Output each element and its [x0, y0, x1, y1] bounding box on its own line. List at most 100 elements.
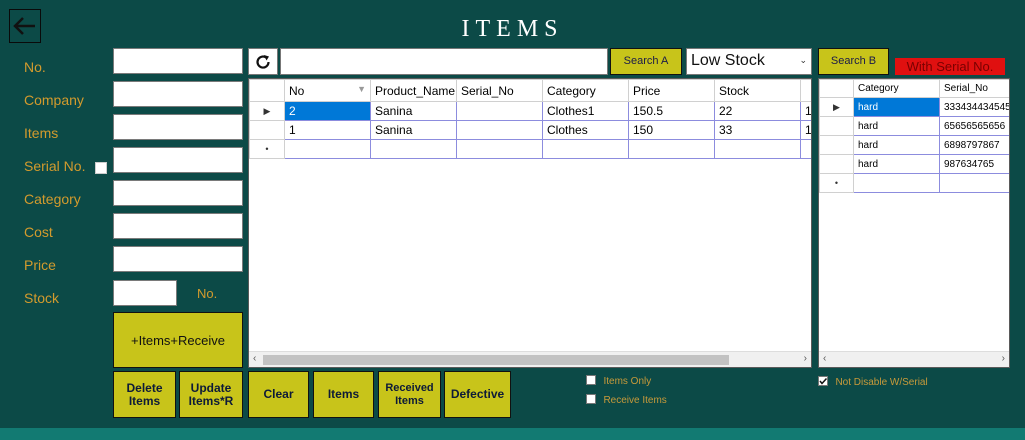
category-input[interactable] — [113, 180, 243, 206]
label-no: No. — [24, 59, 46, 75]
items-grid[interactable]: No ▼ Product_Name Serial_No Category Pric… — [248, 78, 812, 368]
cell[interactable]: 150.5 — [628, 101, 715, 121]
table-row[interactable]: ▶ hard 333434434545 — [819, 97, 1009, 117]
row-header[interactable] — [819, 135, 854, 155]
cell[interactable]: hard — [853, 116, 940, 136]
table-row[interactable]: hard 987634765 — [819, 154, 1009, 174]
cell[interactable]: 22 — [714, 101, 801, 121]
serial-header-row: Category Serial_No — [819, 79, 1009, 98]
stock-input[interactable] — [113, 280, 177, 306]
page-title: ITEMS — [461, 16, 564, 42]
cell[interactable] — [456, 101, 543, 121]
column-header[interactable]: Category — [542, 79, 629, 102]
scroll-right-icon[interactable]: › — [1002, 353, 1005, 364]
filter-select-value: Low Stock — [691, 52, 765, 69]
price-input[interactable] — [113, 246, 243, 272]
cell[interactable]: hard — [853, 135, 940, 155]
cell[interactable]: Sanina — [370, 101, 457, 121]
cost-input[interactable] — [113, 213, 243, 239]
column-header[interactable]: No ▼ — [284, 79, 371, 102]
row-header[interactable] — [819, 116, 854, 136]
row-header[interactable] — [249, 120, 285, 140]
delete-line1: Delete — [126, 380, 163, 395]
table-row[interactable]: hard 6898797867 — [819, 135, 1009, 155]
not-disable-checkbox[interactable] — [818, 375, 828, 386]
company-input[interactable] — [113, 81, 243, 107]
cell[interactable]: 987634765 — [939, 154, 1009, 174]
label-price: Price — [24, 257, 56, 273]
grid-header-row: No ▼ Product_Name Serial_No Category Pric… — [249, 79, 811, 102]
defective-button[interactable]: Defective — [444, 371, 511, 418]
cell[interactable]: 1 — [800, 101, 811, 121]
items-button[interactable]: Items — [313, 371, 374, 418]
received-line1: Received — [385, 381, 434, 394]
scroll-right-icon[interactable]: › — [804, 353, 807, 364]
update-line2: Items*R — [188, 393, 234, 408]
items-only-option[interactable]: Items Only — [586, 371, 651, 389]
not-disable-option[interactable]: Not Disable W/Serial — [818, 372, 928, 390]
cell[interactable]: 333434434545 — [939, 97, 1009, 117]
receive-items-option[interactable]: Receive Items — [586, 390, 667, 408]
chevron-down-icon: ⌄ — [799, 55, 807, 65]
cell[interactable]: Clothes1 — [542, 101, 629, 121]
column-header[interactable]: Stock — [714, 79, 801, 102]
table-row[interactable]: hard 65656565656 — [819, 116, 1009, 136]
new-row[interactable]: • — [819, 173, 1009, 193]
label-company: Company — [24, 92, 84, 108]
serial-no-checkbox[interactable] — [95, 162, 107, 174]
items-only-checkbox[interactable] — [586, 374, 596, 385]
clear-button[interactable]: Clear — [248, 371, 309, 418]
cell[interactable]: Sanina — [370, 120, 457, 140]
delete-items-button[interactable]: Delete Items — [113, 371, 176, 418]
filter-select[interactable]: Low Stock ⌄ — [686, 48, 812, 75]
refresh-button[interactable] — [248, 48, 278, 75]
search-b-button[interactable]: Search B — [818, 48, 889, 75]
serial-grid[interactable]: Category Serial_No ▶ hard 333434434545 h… — [818, 78, 1010, 368]
serial-horizontal-scrollbar[interactable]: ‹ › — [819, 351, 1009, 367]
cell[interactable]: 150 — [628, 120, 715, 140]
scroll-left-icon[interactable]: ‹ — [823, 353, 826, 364]
horizontal-scrollbar[interactable]: ‹ › — [249, 351, 811, 367]
table-row[interactable]: 1 Sanina Clothes 150 33 1 — [249, 120, 811, 140]
cell[interactable]: 6898797867 — [939, 135, 1009, 155]
serial-no-input[interactable] — [113, 147, 243, 173]
column-header[interactable]: Category — [853, 79, 940, 98]
refresh-icon — [256, 54, 270, 69]
not-disable-label: Not Disable W/Serial — [835, 377, 928, 388]
cell[interactable]: 33 — [714, 120, 801, 140]
with-serial-badge: With Serial No. — [895, 58, 1005, 75]
column-header[interactable]: Price — [628, 79, 715, 102]
row-header[interactable] — [819, 154, 854, 174]
scrollbar-thumb[interactable] — [263, 355, 729, 365]
cell[interactable]: hard — [853, 97, 940, 117]
add-items-receive-button[interactable]: +Items+Receive — [113, 312, 243, 368]
received-items-button[interactable]: Received Items — [378, 371, 441, 418]
cell[interactable] — [456, 120, 543, 140]
cell[interactable]: hard — [853, 154, 940, 174]
table-row[interactable]: ▶ 2 Sanina Clothes1 150.5 22 1 — [249, 101, 811, 121]
current-row-indicator-icon: ▶ — [249, 101, 285, 121]
delete-line2: Items — [128, 393, 161, 408]
no-input[interactable] — [113, 48, 243, 74]
cell[interactable]: 1 — [284, 120, 371, 140]
column-header[interactable]: Serial_No — [456, 79, 543, 102]
receive-items-checkbox[interactable] — [586, 393, 596, 404]
items-input[interactable] — [113, 114, 243, 140]
update-items-button[interactable]: Update Items*R — [179, 371, 243, 418]
label-cost: Cost — [24, 224, 53, 240]
checkmark-icon — [819, 377, 828, 385]
column-header[interactable] — [800, 79, 811, 102]
column-header[interactable]: Product_Name — [370, 79, 457, 102]
cell[interactable]: 65656565656 — [939, 116, 1009, 136]
cell[interactable]: Clothes — [542, 120, 629, 140]
current-row-indicator-icon: ▶ — [819, 97, 854, 117]
search-a-button[interactable]: Search A — [610, 48, 682, 75]
new-row[interactable]: • — [249, 139, 811, 159]
column-header[interactable]: Serial_No — [939, 79, 1009, 98]
scroll-left-icon[interactable]: ‹ — [253, 353, 256, 364]
cell[interactable]: 2 — [284, 101, 371, 121]
search-input[interactable] — [280, 48, 608, 75]
cell[interactable]: 1 — [800, 120, 811, 140]
new-row-indicator-icon: • — [819, 173, 854, 193]
label-serial-no: Serial No. — [24, 158, 86, 174]
